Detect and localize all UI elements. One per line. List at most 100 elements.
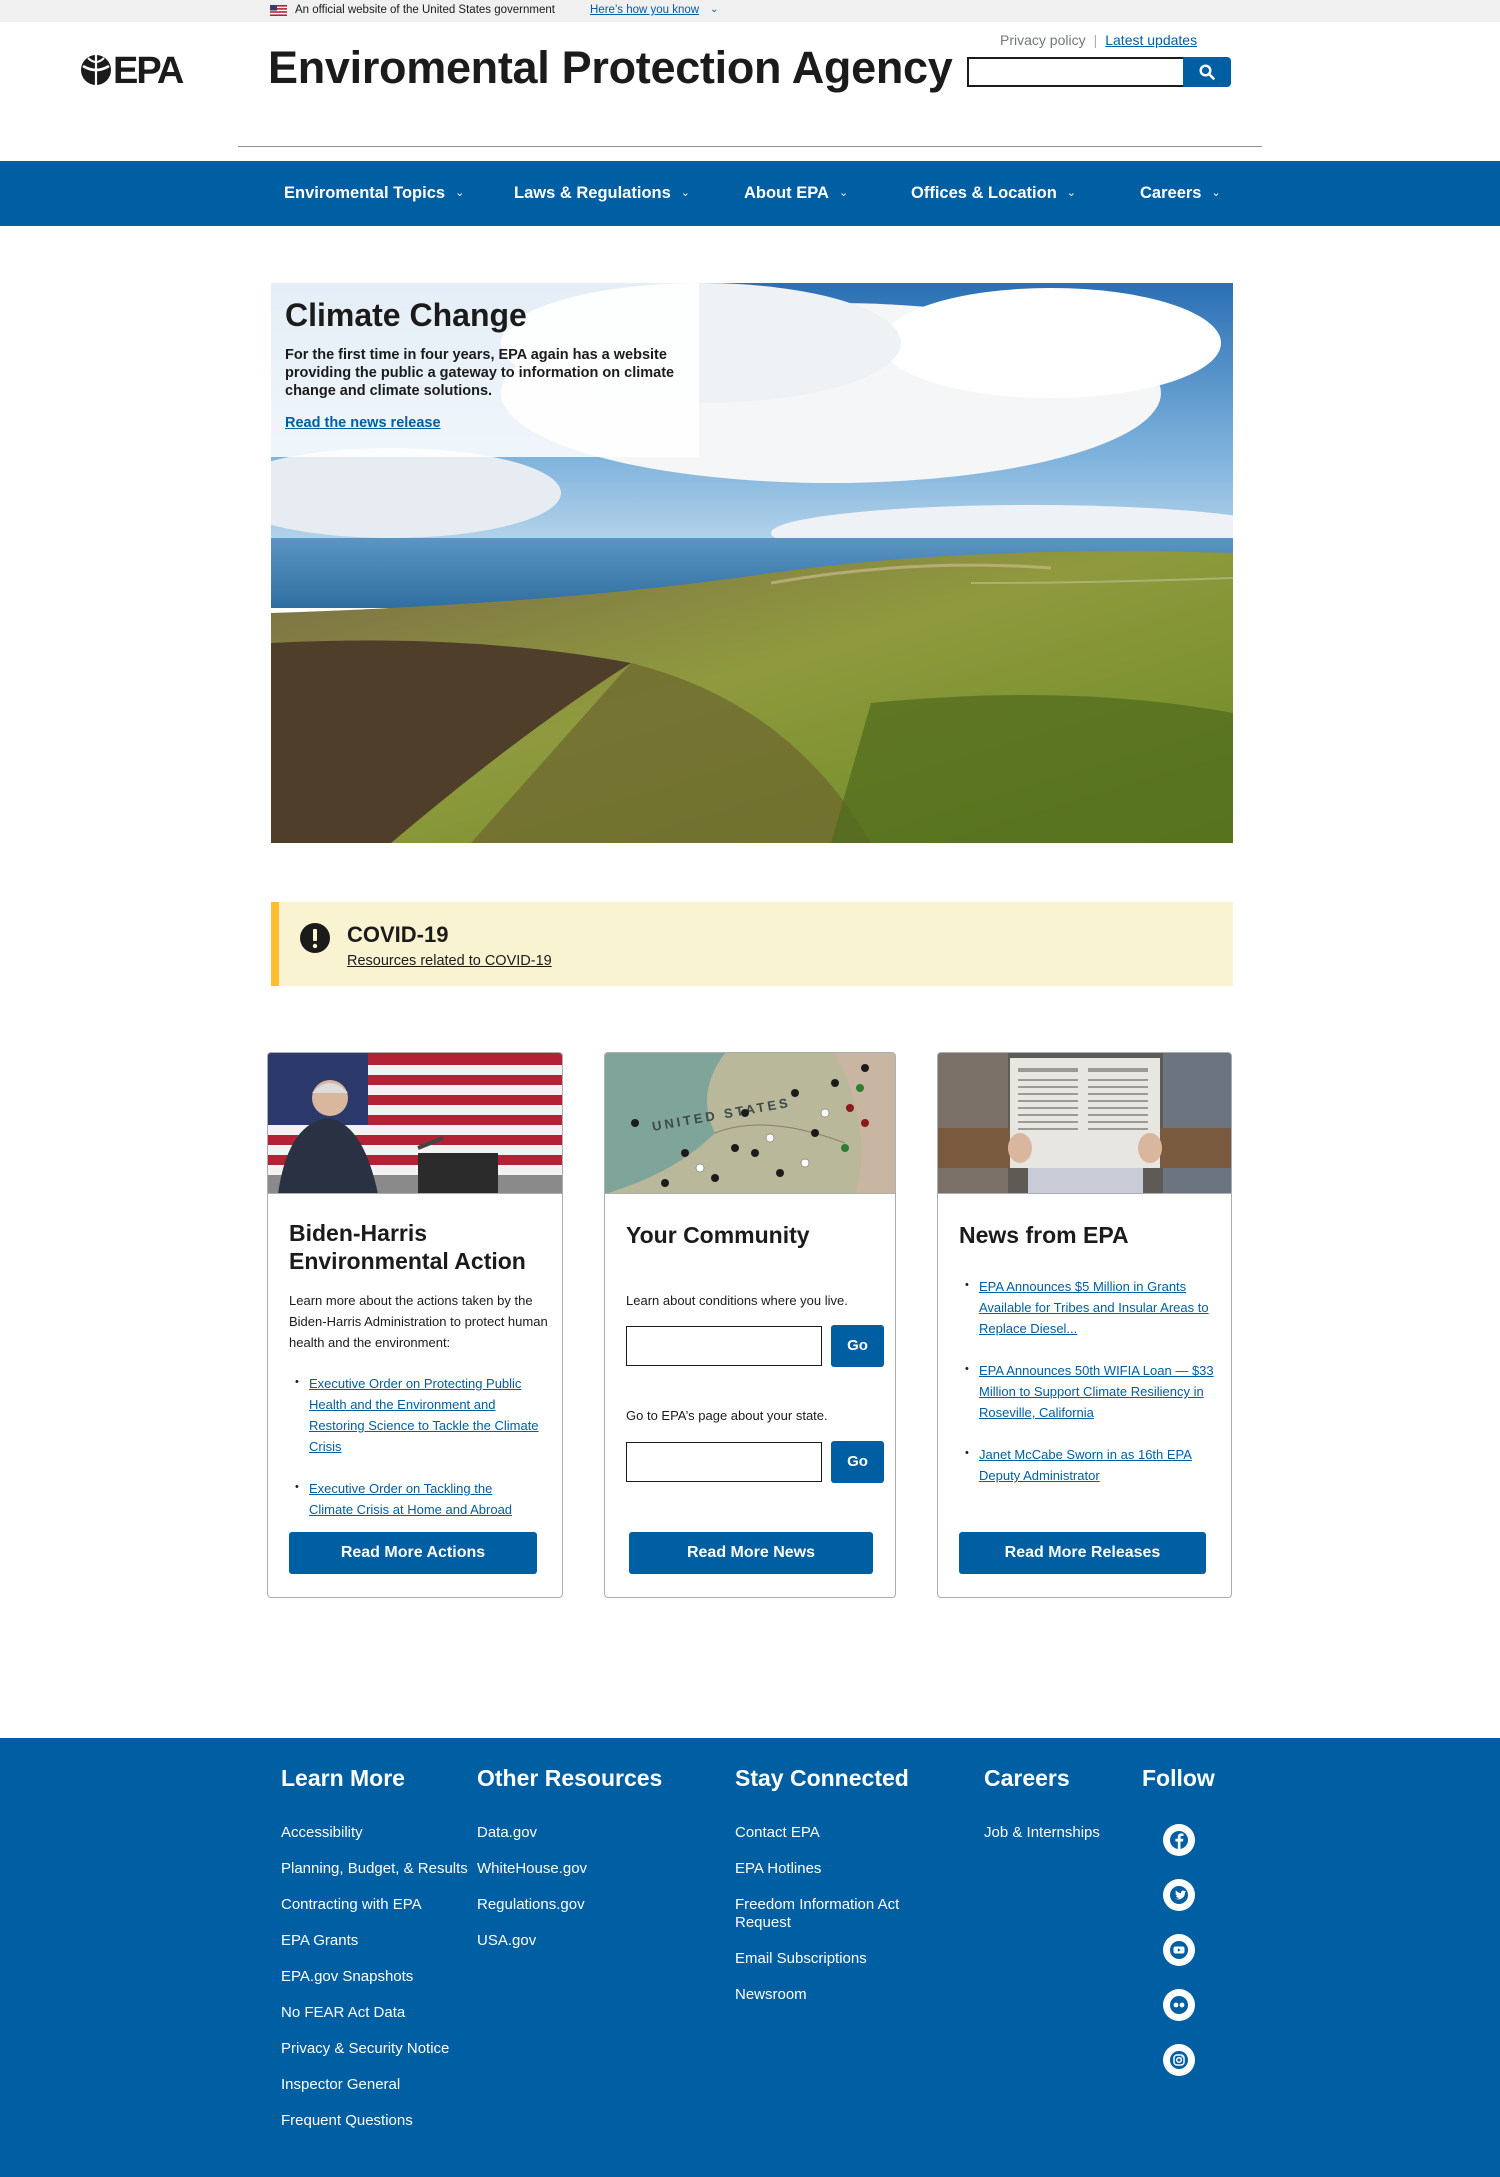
read-more-actions-button[interactable]: Read More Actions: [289, 1532, 537, 1574]
youtube-icon[interactable]: [1163, 1934, 1195, 1966]
search-button[interactable]: [1183, 57, 1231, 87]
list-item: Janet McCabe Sworn in as 16th EPA Deputy…: [959, 1443, 1215, 1486]
footer-link[interactable]: Newsroom: [735, 1986, 935, 2004]
footer-careers-links: Job & Internships: [984, 1824, 1134, 1860]
news-link[interactable]: EPA Announces $5 Million in Grants Avail…: [979, 1279, 1209, 1336]
flickr-icon[interactable]: [1163, 1989, 1195, 2021]
nav-item-about-epa[interactable]: About EPA ⌄: [744, 161, 848, 226]
news-list: EPA Announces $5 Million in Grants Avail…: [959, 1275, 1215, 1507]
go-button[interactable]: Go: [831, 1441, 884, 1483]
chevron-down-icon: ⌄: [1211, 187, 1221, 199]
footer-link[interactable]: Email Subscriptions: [735, 1950, 935, 1968]
nav-item-label: Careers: [1140, 184, 1202, 202]
footer-link[interactable]: Contracting with EPA: [281, 1896, 471, 1914]
card-biden-harris-actions: Biden-Harris Environmental Action Learn …: [267, 1052, 563, 1598]
list-item: EPA Announces 50th WIFIA Loan — $33 Mill…: [959, 1359, 1215, 1423]
read-news-release-link[interactable]: Read the news release: [285, 415, 441, 431]
nav-item-laws-regulations[interactable]: Laws & Regulations ⌄: [514, 161, 690, 226]
executive-order-link[interactable]: Executive Order on Tackling the Climate …: [309, 1481, 512, 1517]
epa-logo[interactable]: EPA: [80, 52, 192, 88]
news-link[interactable]: Janet McCabe Sworn in as 16th EPA Deputy…: [979, 1447, 1192, 1483]
chevron-down-icon: ⌄: [455, 187, 465, 199]
header-divider: [238, 146, 1262, 147]
community-prompt-1: Learn about conditions where you live.: [626, 1293, 848, 1308]
go-button[interactable]: Go: [831, 1325, 884, 1367]
read-more-releases-button[interactable]: Read More Releases: [959, 1532, 1206, 1574]
list-item: Executive Order on Tackling the Climate …: [289, 1477, 539, 1520]
facebook-icon[interactable]: [1163, 1824, 1195, 1856]
footer-link[interactable]: Contact EPA: [735, 1824, 935, 1842]
footer-heading-careers: Careers: [984, 1765, 1070, 1791]
news-link[interactable]: EPA Announces 50th WIFIA Loan — $33 Mill…: [979, 1363, 1214, 1420]
footer-stay-connected-links: Contact EPA EPA Hotlines Freedom Informa…: [735, 1824, 935, 2022]
footer-other-resources-links: Data.gov WhiteHouse.gov Regulations.gov …: [477, 1824, 667, 1968]
nav-item-label: Laws & Regulations: [514, 184, 671, 202]
read-more-news-button[interactable]: Read More News: [629, 1532, 873, 1574]
map-pins-image: UNITED STATES: [605, 1053, 895, 1193]
community-prompt-2: Go to EPA’s page about your state.: [626, 1408, 828, 1423]
chevron-down-icon[interactable]: ⌄: [710, 4, 718, 15]
gov-banner: An official website of the United States…: [0, 0, 1500, 22]
footer-heading-other-resources: Other Resources: [477, 1765, 663, 1791]
twitter-icon[interactable]: [1163, 1879, 1195, 1911]
search-input[interactable]: [967, 57, 1183, 87]
privacy-policy-link[interactable]: Privacy policy: [1000, 32, 1086, 48]
card-intro: Learn more about the actions taken by th…: [289, 1293, 548, 1350]
hero-description: For the first time in four years, EPA ag…: [285, 347, 675, 399]
footer-link[interactable]: EPA Grants: [281, 1932, 471, 1950]
card-news-from-epa: News from EPA EPA Announces $5 Million i…: [937, 1052, 1232, 1598]
footer-link[interactable]: WhiteHouse.gov: [477, 1860, 667, 1878]
footer-link[interactable]: Frequent Questions: [281, 2112, 471, 2130]
newspaper-reader-image: [938, 1053, 1231, 1193]
search-icon: [1199, 64, 1215, 80]
epa-flower-icon: [81, 55, 111, 85]
site-title: Enviromental Protection Agency: [268, 42, 953, 93]
nav-item-careers[interactable]: Careers ⌄: [1140, 161, 1221, 226]
footer-link[interactable]: No FEAR Act Data: [281, 2004, 471, 2022]
nav-item-label: Enviromental Topics: [284, 184, 446, 202]
nav-item-environmental-topics[interactable]: Enviromental Topics ⌄: [284, 161, 464, 226]
state-input[interactable]: [626, 1442, 822, 1482]
footer-link[interactable]: Accessibility: [281, 1824, 471, 1842]
list-item: EPA Announces $5 Million in Grants Avail…: [959, 1275, 1215, 1339]
exclamation-icon: [300, 923, 330, 953]
card-title: Biden-Harris Environmental Action: [289, 1220, 526, 1274]
zip-code-input[interactable]: [626, 1326, 822, 1366]
chevron-down-icon: ⌄: [1066, 187, 1076, 199]
heres-how-you-know-link[interactable]: Here’s how you know: [590, 4, 699, 16]
footer-link[interactable]: EPA.gov Snapshots: [281, 1968, 471, 1986]
executive-order-link[interactable]: Executive Order on Protecting Public Hea…: [309, 1376, 539, 1454]
divider: |: [1093, 32, 1098, 48]
footer-link[interactable]: Freedom Information Act Request: [735, 1896, 935, 1932]
footer-link[interactable]: Privacy & Security Notice: [281, 2040, 471, 2058]
footer-link[interactable]: USA.gov: [477, 1932, 667, 1950]
footer-link[interactable]: Planning, Budget, & Results: [281, 1860, 471, 1878]
footer-link[interactable]: Inspector General: [281, 2076, 471, 2094]
covid-resources-link[interactable]: Resources related to COVID-19: [347, 953, 552, 969]
footer-link[interactable]: EPA Hotlines: [735, 1860, 935, 1878]
footer-learn-more-links: Accessibility Planning, Budget, & Result…: [281, 1824, 471, 2148]
instagram-icon[interactable]: [1163, 2044, 1195, 2076]
footer-link[interactable]: Regulations.gov: [477, 1896, 667, 1914]
card-image: UNITED STATES: [605, 1053, 895, 1194]
hero-card: Climate Change For the first time in fou…: [271, 283, 699, 457]
card-title: News from EPA: [959, 1222, 1129, 1248]
list-item: Executive Order on Protecting Public Hea…: [289, 1372, 539, 1457]
footer-link[interactable]: Data.gov: [477, 1824, 667, 1842]
card-image: [938, 1053, 1231, 1194]
footer-link[interactable]: Job & Internships: [984, 1824, 1134, 1842]
president-podium-image: [268, 1053, 562, 1193]
utility-links: Privacy policy | Latest updates: [1000, 32, 1197, 48]
gov-banner-text: An official website of the United States…: [295, 4, 555, 16]
nav-item-offices-location[interactable]: Offices & Location ⌄: [911, 161, 1076, 226]
card-image: [268, 1053, 562, 1194]
latest-updates-link[interactable]: Latest updates: [1105, 32, 1197, 48]
main-nav: Enviromental Topics ⌄ Laws & Regulations ⌄…: [0, 161, 1500, 226]
hero-banner: Climate Change For the first time in fou…: [271, 283, 1233, 843]
hero-title: Climate Change: [285, 297, 527, 333]
footer-heading-follow: Follow: [1142, 1765, 1215, 1791]
card-your-community: UNITED STATES Your Community Learn about…: [604, 1052, 896, 1598]
actions-list: Executive Order on Protecting Public Hea…: [289, 1372, 539, 1541]
footer-heading-stay-connected: Stay Connected: [735, 1765, 909, 1791]
chevron-down-icon: ⌄: [680, 187, 690, 199]
